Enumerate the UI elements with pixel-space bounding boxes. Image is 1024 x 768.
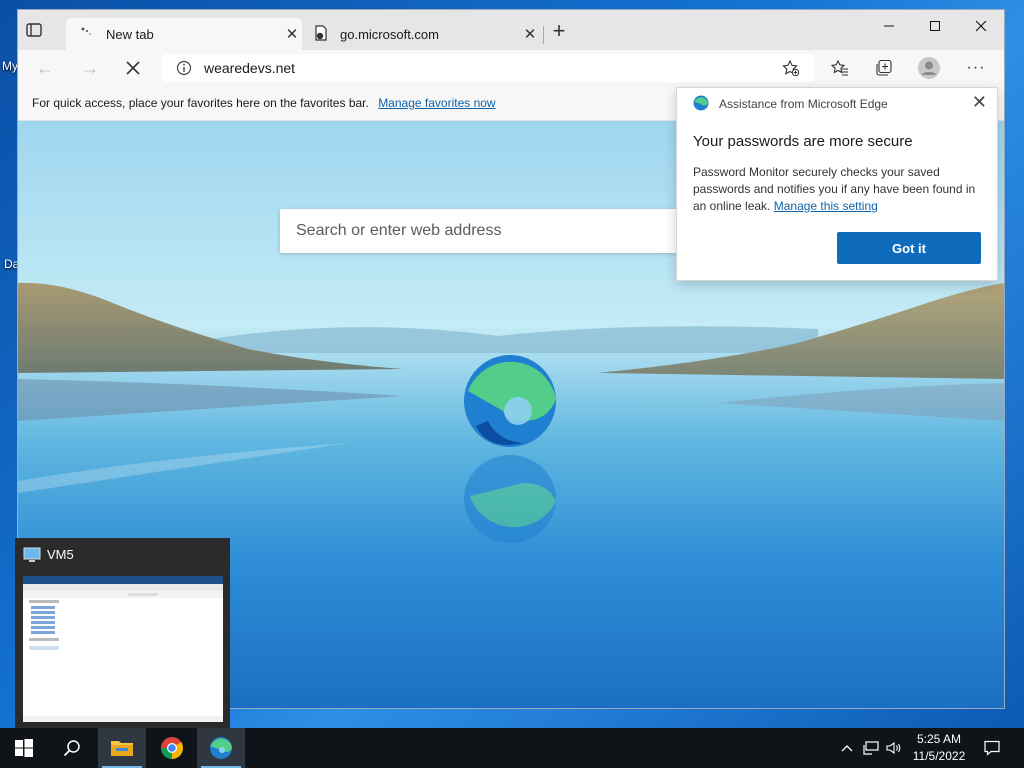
windows-logo-icon — [15, 739, 33, 757]
tab-title: go.microsoft.com — [340, 26, 439, 42]
tab-close-icon[interactable]: ✕ — [520, 25, 540, 43]
vm-monitor-icon — [23, 547, 41, 568]
edge-taskbar-icon[interactable] — [197, 728, 245, 768]
network-icon[interactable] — [860, 728, 882, 768]
popup-header: Assistance from Microsoft Edge — [719, 97, 888, 111]
tab-title: New tab — [106, 26, 154, 42]
address-text: wearedevs.net — [204, 60, 296, 76]
address-bar[interactable]: wearedevs.net — [162, 54, 814, 82]
toolbar: ← → wearedevs.net ··· — [18, 50, 1004, 86]
system-clock[interactable]: 5:25 AM 11/5/2022 — [904, 731, 974, 765]
forward-icon[interactable]: → — [79, 57, 101, 79]
loading-icon — [80, 26, 100, 43]
favorites-bar-message: For quick access, place your favorites h… — [32, 96, 369, 110]
tab-new-tab[interactable]: New tab ✕ — [66, 18, 302, 50]
chrome-icon[interactable] — [148, 728, 196, 768]
search-icon[interactable] — [48, 728, 96, 768]
close-window-icon[interactable] — [958, 10, 1004, 42]
favorites-icon[interactable] — [829, 57, 851, 79]
edge-small-icon — [693, 95, 709, 116]
clock-time: 5:25 AM — [916, 732, 962, 746]
thumbnail-window-image — [23, 576, 223, 722]
edge-logo — [464, 355, 556, 447]
profile-avatar-icon[interactable] — [918, 57, 940, 79]
edge-logo-reflection — [464, 455, 556, 543]
manage-setting-link[interactable]: Manage this setting — [774, 199, 878, 213]
popup-title: Your passwords are more secure — [693, 133, 913, 150]
new-tab-icon[interactable]: + — [548, 20, 570, 42]
got-it-button[interactable]: Got it — [837, 232, 981, 264]
tab-strip: New tab ✕ go.microsoft.com ✕ + — [18, 10, 1004, 50]
clock-date: 11/5/2022 — [912, 749, 966, 763]
tab-actions-icon[interactable] — [26, 22, 42, 38]
page-icon — [314, 24, 334, 44]
tab-go-microsoft[interactable]: go.microsoft.com ✕ — [310, 18, 540, 50]
search-placeholder: Search or enter web address — [296, 222, 502, 239]
collections-icon[interactable] — [873, 57, 895, 79]
password-monitor-popup: Assistance from Microsoft Edge ✕ Your pa… — [676, 87, 998, 281]
thumbnail-title: VM5 — [47, 547, 74, 562]
start-button[interactable] — [0, 728, 48, 768]
tab-close-icon[interactable]: ✕ — [282, 25, 302, 43]
volume-icon[interactable] — [883, 728, 905, 768]
popup-close-icon[interactable]: ✕ — [972, 92, 987, 113]
taskbar-thumbnail-preview[interactable]: VM5 — [15, 538, 230, 728]
taskbar: 5:25 AM 11/5/2022 — [0, 728, 1024, 768]
add-favorite-icon[interactable] — [782, 59, 800, 82]
maximize-icon[interactable] — [912, 10, 958, 42]
more-options-icon[interactable]: ··· — [965, 57, 987, 79]
desktop-icon-label-mycomputer[interactable]: My — [2, 59, 18, 73]
minimize-icon[interactable] — [866, 10, 912, 42]
stop-loading-icon[interactable] — [122, 57, 144, 79]
search-box[interactable]: Search or enter web address — [280, 209, 720, 253]
tab-separator — [543, 26, 544, 44]
notification-center-icon[interactable] — [978, 728, 1006, 768]
back-icon[interactable]: ← — [34, 57, 56, 79]
manage-favorites-link[interactable]: Manage favorites now — [378, 96, 495, 110]
info-icon[interactable] — [176, 60, 192, 81]
file-explorer-icon[interactable] — [98, 728, 146, 768]
show-hidden-icons-chevron-up-icon[interactable] — [836, 728, 858, 768]
